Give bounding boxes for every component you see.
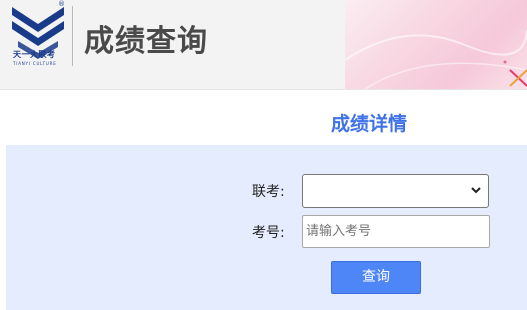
header-divider [72,6,73,66]
exam-number-input[interactable] [302,215,490,248]
header-divider-line [0,89,527,90]
logo-text: 天一大联考 [13,50,56,59]
query-button[interactable]: 查询 [331,261,421,294]
exam-number-label: 考号: [252,225,285,241]
section-title: 成绩详情 [331,113,408,135]
chevron-down-icon [471,187,481,194]
logo-subtext: TIANYI CULTURE [13,61,57,66]
page-title: 成绩查询 [84,24,208,59]
header: ® 天一大联考 TIANYI CULTURE 成绩查询 [0,0,527,90]
exam-label: 联考: [252,184,285,200]
header-banner [345,0,527,89]
exam-select[interactable] [302,174,489,208]
registered-mark: ® [58,0,65,8]
